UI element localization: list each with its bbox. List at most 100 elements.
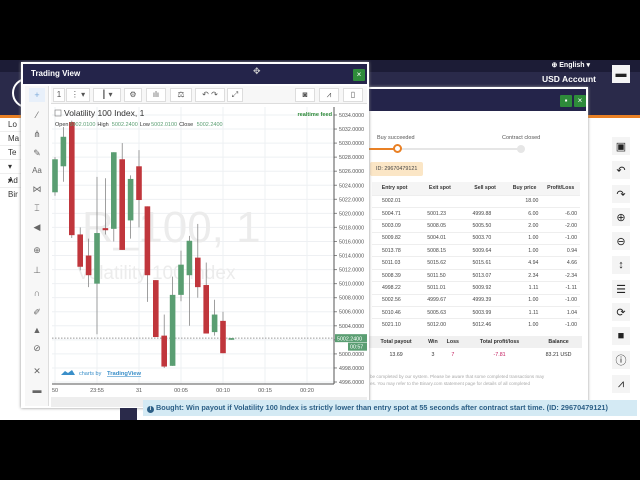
ohlc-high-label: High <box>97 122 108 128</box>
column-header: Exit spot <box>417 182 463 195</box>
redo-icon[interactable]: ↷ <box>612 185 630 203</box>
move-icon[interactable]: ✥ <box>253 66 261 77</box>
zoom-out-icon[interactable]: ⊖ <box>612 232 630 250</box>
candle-body <box>102 228 109 231</box>
line-height-icon[interactable]: ↕ <box>612 256 630 274</box>
language-selector[interactable]: ⊕ English ▾ <box>551 61 590 69</box>
fullscreen-icon[interactable]: ⤢ <box>227 88 243 102</box>
total-loss: 7 <box>451 352 455 358</box>
y-tick-label: 5016.0000 <box>339 239 364 245</box>
attribution-link[interactable]: TradingView <box>107 371 142 377</box>
stop-icon[interactable]: ■ <box>612 327 630 345</box>
table-cell: 5002.01 <box>372 194 418 208</box>
interval-dropdown[interactable]: ⋮ ▾ <box>66 88 90 102</box>
candle-body <box>169 294 176 366</box>
arrow-icon[interactable]: ◀ <box>29 220 45 234</box>
candlestick-chart[interactable]: 5034.0000 5032.0000 5030.0000 5028.0000 5026… <box>52 107 367 407</box>
window-title[interactable]: Trading View <box>23 64 367 84</box>
realtime-feed-label: realtime feed <box>297 112 332 118</box>
text-icon[interactable]: Aa <box>29 164 45 178</box>
table-cell: 5011.01 <box>417 281 463 295</box>
list-icon[interactable]: ☰ <box>612 280 630 298</box>
magnet-icon[interactable]: ∩ <box>29 286 45 300</box>
save-icon[interactable]: ▣ <box>612 137 630 155</box>
nav-item[interactable]: Lo <box>0 118 22 132</box>
table-row: 4998.22 5011.01 5009.92 1.11 -1.11 <box>372 281 580 295</box>
table-cell: 5013.07 <box>462 268 508 282</box>
attribution-prefix: charts by <box>79 371 102 377</box>
total-payout: 13.69 <box>389 352 403 358</box>
ohlc-open: 5002.0100 <box>69 122 95 128</box>
footnote-line1: be completed by our system. Please be aw… <box>370 374 545 379</box>
trend-line-icon[interactable]: ⁄ <box>29 108 45 122</box>
table-cell: -1.00 <box>541 318 580 332</box>
table-cell: 5004.01 <box>417 231 463 245</box>
close-button[interactable]: × <box>574 95 586 107</box>
zoom-in-icon[interactable]: ⊕ <box>612 208 630 226</box>
brush-icon[interactable]: ✎ <box>29 146 45 160</box>
totals-header: Total profit/loss <box>464 336 536 348</box>
remove-drawings-icon[interactable]: ✕ <box>29 364 45 378</box>
y-tick-label: 4996.0000 <box>339 380 364 386</box>
table-row: 5011.03 5015.62 5015.61 4.94 4.66 <box>372 256 580 270</box>
y-tick-label: 5020.0000 <box>339 211 364 217</box>
y-tick-label: 5006.0000 <box>339 310 364 316</box>
undo-redo-buttons[interactable]: ↶ ↷ <box>195 88 225 102</box>
chart-template-icon[interactable]: ⩘ <box>319 88 339 102</box>
y-tick-label: 5032.0000 <box>339 127 364 133</box>
save-chart-icon[interactable]: ▯ <box>343 88 363 102</box>
compare-icon[interactable]: ⚖ <box>170 88 192 102</box>
table-cell: 4.94 <box>507 256 542 270</box>
settings-icon[interactable]: ⚙ <box>124 88 142 102</box>
totals-header: Win <box>424 336 442 348</box>
table-cell: -2.34 <box>541 268 580 282</box>
tradingview-logo-icon <box>61 370 75 375</box>
progress-remaining <box>398 148 522 150</box>
nav-item[interactable]: Te <box>0 146 22 160</box>
table-cell: 5009.64 <box>462 244 508 257</box>
table-cell: 4.66 <box>541 256 580 270</box>
y-tick-label: 5014.0000 <box>339 254 364 260</box>
nav-item[interactable]: ▾ Ad <box>0 160 22 185</box>
zoom-icon[interactable]: ⊕ <box>29 243 45 257</box>
ohlc-low: 5002.0100 <box>151 122 177 128</box>
balance: 83.21 USD <box>545 352 572 358</box>
crosshair-icon[interactable]: + <box>29 88 45 102</box>
trading-view-window: Trading View ✥ × + ⁄ ⋔ ✎ Aa ⋈ ⌶ ◀ ⊕ ⊥ ∩ … <box>21 62 369 408</box>
x-tick-label: 23:55 <box>90 388 104 394</box>
candle-body <box>77 234 83 267</box>
nav-item[interactable]: ▾ Bir <box>0 174 22 199</box>
stay-drawing-icon[interactable]: ✐ <box>29 305 45 319</box>
candle-body <box>220 320 226 354</box>
measure-icon[interactable]: ⌶ <box>29 201 45 215</box>
refresh-icon[interactable]: ⟳ <box>612 303 630 321</box>
column-header: Profit/Loss <box>541 182 580 195</box>
contract-modal: ▪ × Buy succeeded Contract closed ID: 29… <box>364 87 588 405</box>
pitchfork-icon[interactable]: ⋔ <box>29 127 45 141</box>
info-icon[interactable]: ⓘ <box>612 351 630 369</box>
close-button[interactable]: × <box>353 69 365 81</box>
indicators-icon[interactable]: ılı <box>146 88 166 102</box>
undo-icon[interactable]: ↶ <box>612 161 630 179</box>
x-tick-label: 00:05 <box>174 388 188 394</box>
modal-header: ▪ × <box>366 89 586 111</box>
save-button[interactable]: ▪ <box>560 95 572 107</box>
chart-type-button[interactable]: ┃ ▾ <box>93 88 121 102</box>
table-cell: 5003.70 <box>462 231 508 245</box>
y-tick-label: 5012.0000 <box>339 268 364 274</box>
hide-icon[interactable]: ⊘ <box>29 341 45 355</box>
candle-body <box>85 255 92 276</box>
interval-button[interactable]: 1 <box>53 88 65 102</box>
pattern-icon[interactable]: ⋈ <box>29 182 45 196</box>
trash-icon[interactable]: ▬ <box>29 383 45 397</box>
lock-icon[interactable]: ▲ <box>29 323 45 337</box>
folder-icon[interactable]: ▬ <box>612 65 630 83</box>
ohlc-close: 5002.2400 <box>197 122 223 128</box>
account-label[interactable]: USD Account <box>542 74 596 84</box>
info-icon: i <box>147 406 154 413</box>
camera-icon[interactable]: ◙ <box>295 88 315 102</box>
nav-item[interactable]: Ma <box>0 132 22 146</box>
y-tick-label: 5022.0000 <box>339 197 364 203</box>
ruler-icon[interactable]: ⊥ <box>29 263 45 277</box>
chart-icon[interactable]: ⩘ <box>612 375 630 393</box>
